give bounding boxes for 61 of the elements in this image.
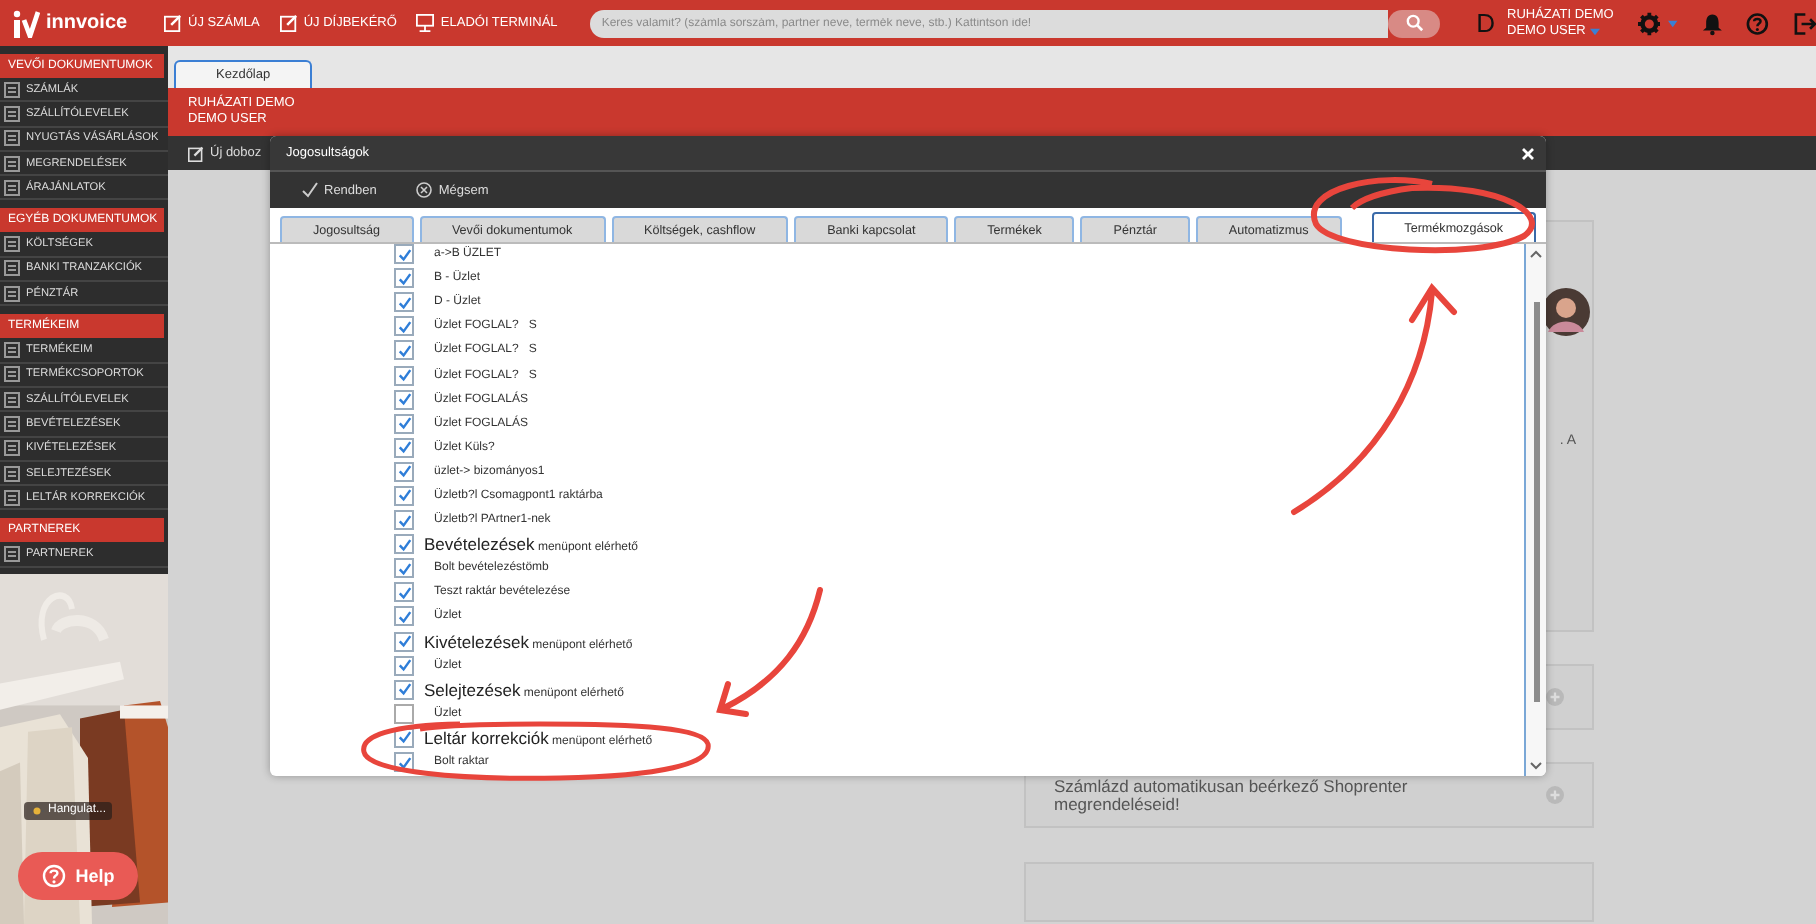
avatar-letter[interactable]: D: [1476, 8, 1496, 38]
checkbox[interactable]: [394, 461, 414, 482]
edit-icon: [188, 145, 204, 161]
logo-icon: [12, 9, 40, 37]
logout-icon[interactable]: [1793, 11, 1816, 35]
document-icon: [4, 155, 20, 172]
document-icon: [4, 366, 20, 383]
sun-icon: [30, 803, 44, 818]
document-icon: [4, 130, 20, 147]
checkbox[interactable]: [394, 510, 414, 531]
document-icon: [4, 415, 20, 432]
terminal-icon: [416, 14, 435, 32]
document-icon: [4, 391, 20, 408]
checkbox[interactable]: [394, 413, 414, 434]
document-icon: [4, 236, 20, 253]
caret-icon: [1668, 19, 1678, 27]
logo-text[interactable]: innvoice: [46, 12, 128, 34]
close-icon[interactable]: [1522, 147, 1534, 159]
search-button[interactable]: [1388, 9, 1441, 37]
document-icon: [4, 285, 20, 302]
annotation-arrow: [717, 587, 823, 717]
document-icon: [4, 81, 20, 98]
checkbox[interactable]: [394, 292, 414, 313]
edit-icon: [164, 14, 183, 32]
help-icon[interactable]: [1746, 11, 1770, 35]
checkbox[interactable]: [394, 703, 414, 724]
checkbox[interactable]: [394, 606, 414, 627]
scroll-up-icon[interactable]: [1530, 250, 1542, 258]
checkbox[interactable]: [394, 679, 414, 700]
checkbox[interactable]: [394, 340, 414, 361]
checkbox[interactable]: [394, 389, 414, 410]
scrollbar[interactable]: [1526, 244, 1546, 776]
document-icon: [4, 489, 20, 506]
document-icon: [4, 342, 20, 359]
checkbox[interactable]: [394, 244, 414, 265]
checkbox[interactable]: [394, 582, 414, 603]
settings-icon[interactable]: [1637, 11, 1661, 35]
help-icon: [41, 864, 66, 888]
checkbox[interactable]: [394, 631, 414, 652]
card-text: Számlázd automatikusan beérkező Shoprenter megrendeléseid!: [1054, 777, 1410, 813]
document-icon: [4, 465, 20, 481]
checkbox[interactable]: [394, 558, 414, 579]
document-icon: [4, 260, 20, 277]
checkbox[interactable]: [394, 365, 414, 386]
document-icon: [4, 546, 20, 563]
checkbox[interactable]: [394, 485, 414, 506]
bell-icon[interactable]: [1701, 11, 1723, 35]
checkbox[interactable]: [394, 534, 414, 555]
checkbox[interactable]: [394, 316, 414, 337]
caret-icon: [1589, 27, 1600, 35]
checkbox[interactable]: [394, 655, 414, 676]
document-icon: [4, 105, 20, 122]
checkbox[interactable]: [394, 437, 414, 458]
edit-icon: [279, 14, 298, 32]
scroll-down-icon[interactable]: [1530, 762, 1542, 770]
document-icon: [4, 179, 20, 196]
check-icon: [302, 182, 318, 198]
document-icon: [4, 440, 20, 457]
cancel-icon: [416, 182, 433, 198]
checkbox[interactable]: [394, 268, 414, 289]
search-icon: [1405, 14, 1424, 32]
